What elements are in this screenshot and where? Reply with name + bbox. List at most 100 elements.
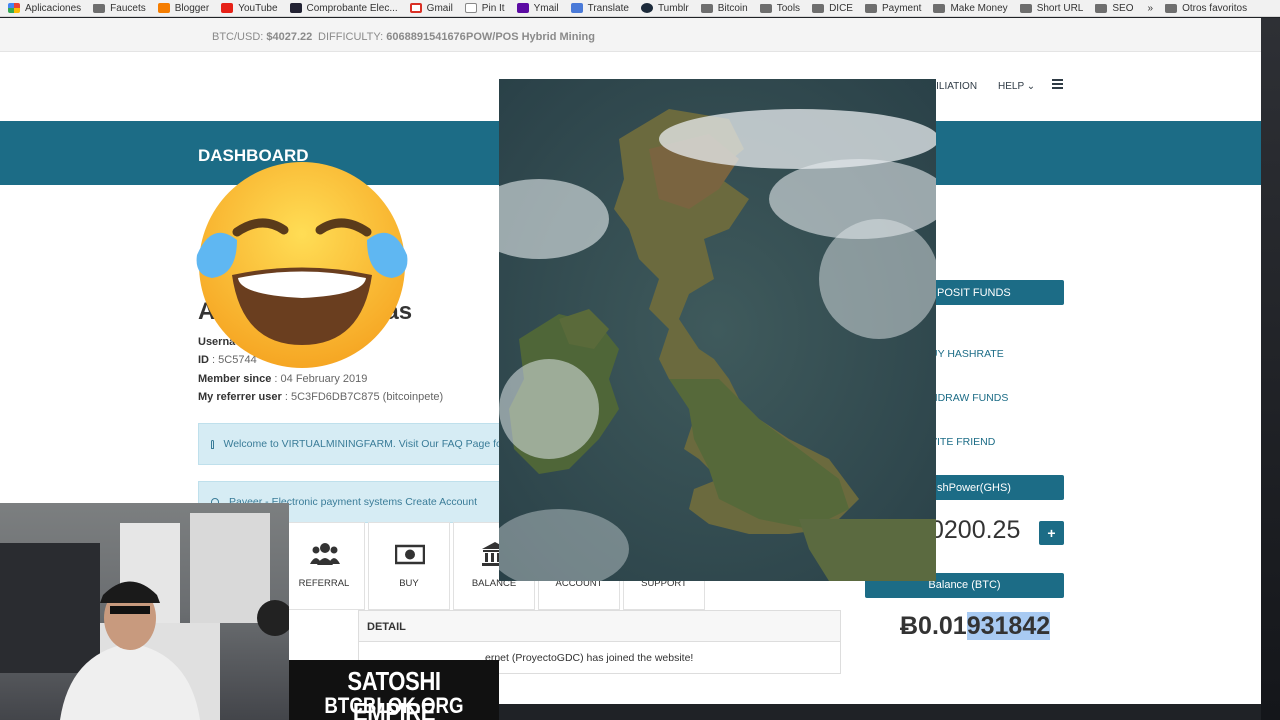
- bookmark-bitcoin[interactable]: Bitcoin: [700, 2, 748, 14]
- bookmark-payment[interactable]: Payment: [864, 2, 922, 14]
- bookmark-tools[interactable]: Tools: [759, 2, 801, 14]
- chevron-right-icon: »: [1147, 2, 1154, 14]
- tile-referral[interactable]: REFERRAL: [283, 522, 365, 610]
- users-icon: [310, 543, 340, 565]
- buy-hashrate-link[interactable]: UY HASHRATE: [930, 348, 1004, 360]
- referrer-line: My referrer user : 5C3FD6DB7C875 (bitcoi…: [198, 391, 443, 403]
- bookmark-label: Aplicaciones: [25, 2, 82, 14]
- bookmark-label: YouTube: [238, 2, 278, 14]
- difficulty-label: DIFFICULTY:: [318, 31, 384, 43]
- referrer-value: : 5C3FD6DB7C875 (bitcoinpete): [281, 391, 444, 403]
- folder-icon: [759, 3, 772, 13]
- bookmark-tumblr[interactable]: Tumblr: [640, 2, 689, 14]
- laughing-emoji-icon: [196, 162, 408, 368]
- bookmark-label: Comprobante Elec...: [306, 2, 398, 14]
- add-hashpower-button[interactable]: +: [1039, 521, 1064, 545]
- bookmark-label: Tumblr: [657, 2, 689, 14]
- column-detail: DETAIL: [367, 621, 406, 633]
- folder-icon: [864, 3, 877, 13]
- bookmark-pinit[interactable]: Pin It: [464, 2, 505, 14]
- hashpower-label-text: shPower(GHS): [937, 481, 1011, 494]
- satellite-map-overlay: [499, 79, 936, 581]
- bookmark-youtube[interactable]: YouTube: [221, 2, 278, 14]
- bookmark-make-money[interactable]: Make Money: [933, 2, 1008, 14]
- bookmark-label: Make Money: [950, 2, 1008, 14]
- folder-icon: [933, 3, 946, 13]
- gmail-icon: [409, 3, 422, 13]
- bell-icon: [211, 439, 214, 449]
- balance-selected-digits: 931842: [966, 612, 1051, 640]
- bookmark-blogger[interactable]: Blogger: [157, 2, 210, 14]
- bookmark-label: Payment: [881, 2, 922, 14]
- money-icon: [395, 544, 425, 565]
- bookmark-label: Tools: [776, 2, 801, 14]
- bookmark-short-url[interactable]: Short URL: [1019, 2, 1084, 14]
- bookmark-label: Otros favoritos: [1182, 2, 1248, 14]
- nav-affiliation-link[interactable]: FILIATION: [930, 81, 977, 92]
- bookmark-label: Bitcoin: [717, 2, 748, 14]
- tile-buy[interactable]: BUY: [368, 522, 450, 610]
- bookmark-label: DICE: [829, 2, 853, 14]
- btc-label: BTC/USD:: [212, 31, 264, 43]
- nav-help-dropdown[interactable]: HELP ⌄: [998, 81, 1035, 92]
- difficulty-value: 6068891541676: [386, 31, 466, 43]
- pin-icon: [464, 3, 477, 13]
- folder-icon: [93, 3, 106, 13]
- bookmark-otros-favoritos[interactable]: Otros favoritos: [1165, 3, 1247, 14]
- background-strip: [1261, 18, 1280, 720]
- bookmark-gmail[interactable]: Gmail: [409, 2, 453, 14]
- folder-icon: [1095, 3, 1108, 13]
- bookmark-ymail[interactable]: Ymail: [516, 2, 559, 14]
- difficulty: DIFFICULTY: 6068891541676: [318, 31, 466, 43]
- document-icon: [289, 3, 302, 13]
- bookmarks-more-button[interactable]: »: [1148, 3, 1154, 14]
- bookmark-faucets[interactable]: Faucets: [93, 3, 146, 14]
- folder-icon: [700, 3, 713, 13]
- bookmark-label: SEO: [1112, 2, 1134, 14]
- invite-friend-link[interactable]: VITE FRIEND: [930, 436, 995, 448]
- tile-label: BUY: [399, 578, 419, 589]
- watermark-line-2: BTCBLOK.ORG: [324, 693, 464, 718]
- bookmark-label: Short URL: [1036, 2, 1084, 14]
- ymail-icon: [516, 3, 529, 13]
- menu-icon[interactable]: [1052, 79, 1063, 89]
- hashpower-value: 0200.25: [930, 516, 1021, 544]
- uk-satellite-image: [499, 79, 936, 581]
- bookmark-label: Gmail: [426, 2, 453, 14]
- alert-text[interactable]: Welcome to VIRTUALMININGFARM. Visit Our …: [224, 438, 518, 450]
- btc-value: $4027.22: [266, 31, 313, 43]
- activity-table-header: DETAIL: [358, 610, 841, 642]
- balance-prefix: Ƀ0.01: [900, 612, 967, 640]
- referrer-label: My referrer user: [198, 391, 282, 403]
- bookmark-seo[interactable]: SEO: [1095, 2, 1134, 14]
- btc-price: BTC/USD: $4027.22: [212, 31, 312, 43]
- channel-watermark: SATOSHI EMPIRE BTCBLOK.ORG: [289, 660, 499, 720]
- apps-icon: [8, 3, 20, 13]
- folder-icon: [812, 3, 825, 13]
- bookmark-label: Faucets: [110, 2, 146, 14]
- withdraw-funds-link[interactable]: HDRAW FUNDS: [930, 392, 1008, 404]
- webcam-overlay: [0, 503, 289, 720]
- bookmark-label: Translate: [587, 2, 629, 14]
- blogger-icon: [157, 3, 170, 13]
- balance-value: Ƀ0.01931842: [900, 612, 1051, 641]
- bookmarks-bar: Aplicaciones Faucets Blogger YouTube Com…: [0, 0, 1280, 17]
- bookmark-comprobante[interactable]: Comprobante Elec...: [289, 2, 398, 14]
- tile-label: REFERRAL: [298, 578, 350, 589]
- bookmark-translate[interactable]: Translate: [570, 2, 629, 14]
- translate-icon: [570, 3, 583, 13]
- webcam-video: [0, 513, 289, 720]
- mining-type: POW/POS Hybrid Mining: [466, 31, 595, 43]
- welcome-alert: Welcome to VIRTUALMININGFARM. Visit Our …: [198, 423, 518, 465]
- youtube-icon: [221, 3, 234, 13]
- bookmark-aplicaciones[interactable]: Aplicaciones: [8, 3, 81, 14]
- folder-icon: [1165, 3, 1178, 13]
- bookmark-label: Blogger: [174, 2, 210, 14]
- button-label: POSIT FUNDS: [937, 286, 1011, 299]
- tumblr-icon: [640, 3, 653, 13]
- bookmark-label: Pin It: [481, 2, 505, 14]
- bookmark-label: Ymail: [533, 2, 559, 14]
- ticker-bar: BTC/USD: $4027.22 DIFFICULTY: 6068891541…: [0, 18, 1261, 52]
- bookmark-dice[interactable]: DICE: [812, 3, 853, 14]
- folder-icon: [1019, 3, 1032, 13]
